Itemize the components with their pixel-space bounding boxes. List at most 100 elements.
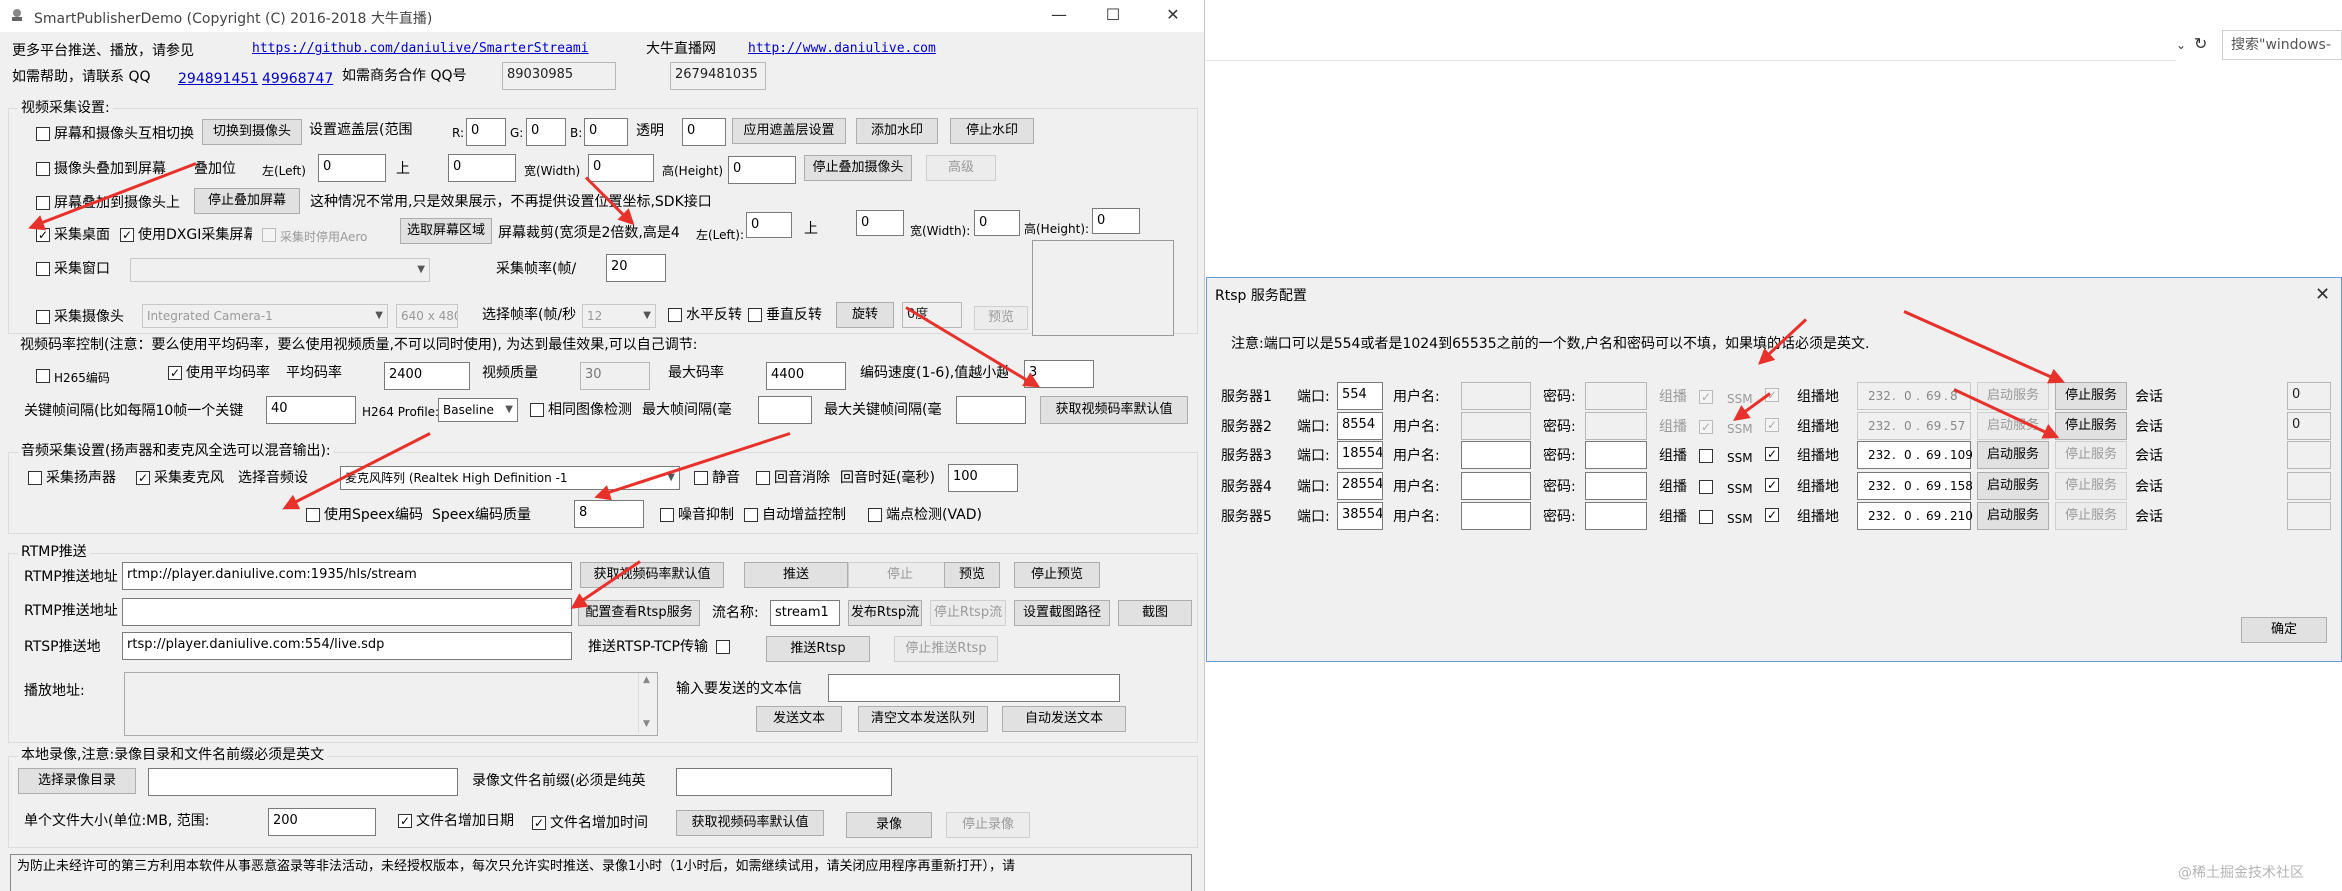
agc-checkbox[interactable]	[744, 508, 758, 522]
refresh-icon[interactable]: ↻	[2194, 34, 2207, 53]
mute-checkbox[interactable]	[694, 471, 708, 485]
pwd-input[interactable]	[1585, 441, 1647, 469]
browser-search-box[interactable]: 搜索"windows-	[2222, 30, 2342, 60]
chevron-down-icon[interactable]: ⌄	[2176, 38, 2186, 52]
rtsp-url-input[interactable]: rtsp://player.daniulive.com:554/live.sdp	[122, 632, 572, 660]
port-input[interactable]: 554	[1337, 382, 1383, 410]
ssm-checkbox[interactable]: ✓	[1765, 508, 1779, 522]
h-flip-checkbox[interactable]	[668, 308, 682, 322]
send-text-button[interactable]: 发送文本	[756, 706, 842, 732]
window-select[interactable]: ▼	[130, 258, 430, 282]
keyframe-input[interactable]: 40	[266, 396, 356, 424]
rtsp-tcp-checkbox[interactable]	[716, 640, 730, 654]
port-input[interactable]: 28554	[1337, 472, 1383, 500]
stop-preview-button[interactable]: 停止预览	[1014, 562, 1100, 588]
pwd-input[interactable]	[1585, 412, 1647, 440]
pwd-input[interactable]	[1585, 472, 1647, 500]
config-rtsp-button[interactable]: 配置查看Rtsp服务	[578, 600, 700, 626]
qq1-link[interactable]: 294891451	[178, 70, 258, 88]
select-region-button[interactable]: 选取屏幕区域	[400, 218, 492, 244]
record-dir-field[interactable]	[148, 768, 458, 796]
user-input[interactable]	[1461, 441, 1531, 469]
alpha-input[interactable]: 0	[682, 118, 726, 146]
speaker-checkbox[interactable]	[28, 471, 42, 485]
same-image-checkbox[interactable]	[530, 403, 544, 417]
get-default-bitrate-button[interactable]: 获取视频码率默认值	[1040, 396, 1188, 424]
capture-camera-checkbox[interactable]	[36, 310, 50, 324]
rtmp-url-input[interactable]: rtmp://player.daniulive.com:1935/hls/str…	[122, 562, 572, 590]
mcast-ip-input[interactable]: 232 . 0 . 69 . 109	[1857, 441, 1973, 469]
stop-overlay-camera-button[interactable]: 停止叠加摄像头	[804, 155, 912, 181]
multicast-checkbox[interactable]: ✓	[1699, 390, 1713, 404]
record-get-default-button[interactable]: 获取视频码率默认值	[676, 810, 824, 836]
user-input[interactable]	[1461, 412, 1531, 440]
browser-address-bar[interactable]	[1206, 30, 2176, 61]
screen-cam-switch-checkbox[interactable]	[36, 127, 50, 141]
mcast-ip-input[interactable]: 232 . 0 . 69 . 57	[1857, 412, 1971, 440]
qq2-link[interactable]: 49968747	[262, 70, 333, 88]
stop-service-button[interactable]: 停止服务	[2055, 412, 2127, 440]
v-flip-checkbox[interactable]	[748, 308, 762, 322]
profile-select[interactable]: Baseline ▼	[438, 398, 518, 422]
port-input[interactable]: 38554	[1337, 502, 1383, 530]
resolution-select[interactable]: 640 x 480	[396, 304, 458, 328]
auto-send-button[interactable]: 自动发送文本	[1002, 706, 1126, 732]
avg-bitrate-input[interactable]: 2400	[384, 362, 470, 390]
stop-record-button[interactable]: 停止录像	[946, 812, 1030, 838]
add-date-checkbox[interactable]: ✓	[398, 814, 412, 828]
stop-rtsp-stream-button[interactable]: 停止Rtsp流	[930, 600, 1006, 626]
switch-to-camera-button[interactable]: 切换到摄像头	[202, 119, 302, 145]
pwd-input[interactable]	[1585, 502, 1647, 530]
scroll-down-icon[interactable]: ▼	[643, 719, 650, 729]
rtmp-preview-button[interactable]: 预览	[944, 562, 1000, 588]
multicast-checkbox[interactable]	[1699, 480, 1713, 494]
echo-delay-input[interactable]: 100	[948, 464, 1018, 492]
ssm-checkbox[interactable]: ✓	[1765, 478, 1779, 492]
g-input[interactable]: 0	[526, 118, 566, 146]
max-key-interval-input[interactable]	[956, 396, 1026, 424]
ssm-checkbox[interactable]: ✓	[1765, 447, 1779, 461]
multicast-checkbox[interactable]	[1699, 449, 1713, 463]
dialog-close-icon[interactable]: ✕	[2315, 284, 2330, 305]
biz-qq1-field[interactable]: 89030985	[502, 62, 616, 90]
camera-select[interactable]: Integrated Camera-1 ▼	[142, 304, 388, 328]
record-button[interactable]: 录像	[846, 812, 932, 838]
disable-aero-checkbox[interactable]	[262, 228, 276, 242]
site-link[interactable]: http://www.daniulive.com	[748, 40, 936, 58]
h265-checkbox[interactable]	[36, 369, 50, 383]
push-rtsp-button[interactable]: 推送Rtsp	[766, 636, 870, 662]
user-input[interactable]	[1461, 382, 1531, 410]
capture-window-checkbox[interactable]	[36, 262, 50, 276]
stop-overlay-screen-button[interactable]: 停止叠加屏幕	[194, 188, 300, 214]
choose-record-dir-button[interactable]: 选择录像目录	[18, 768, 136, 794]
max-rate-input[interactable]: 4400	[766, 362, 846, 390]
mcast-ip-input[interactable]: 232 . 0 . 69 . 158	[1857, 472, 1973, 500]
stop-push-button[interactable]: 停止	[848, 562, 952, 588]
noise-checkbox[interactable]	[660, 508, 674, 522]
start-service-button[interactable]: 启动服务	[1977, 472, 2049, 500]
b-input[interactable]: 0	[584, 118, 628, 146]
multicast-checkbox[interactable]	[1699, 510, 1713, 524]
add-watermark-button[interactable]: 添加水印	[856, 118, 938, 144]
stop-push-rtsp-button[interactable]: 停止推送Rtsp	[894, 636, 998, 662]
use-speex-checkbox[interactable]	[306, 508, 320, 522]
screen-overlay-cam-checkbox[interactable]	[36, 196, 50, 210]
dialog-ok-button[interactable]: 确定	[2241, 617, 2327, 643]
rotate-button[interactable]: 旋转	[836, 302, 894, 328]
add-time-checkbox[interactable]: ✓	[532, 816, 546, 830]
stop-service-button[interactable]: 停止服务	[2055, 382, 2127, 410]
quality-input[interactable]: 30	[580, 362, 650, 390]
start-service-button[interactable]: 启动服务	[1977, 441, 2049, 469]
use-dxgi-checkbox[interactable]: ✓	[120, 228, 134, 242]
top-input[interactable]: 0	[448, 154, 516, 182]
stop-service-button[interactable]: 停止服务	[2055, 502, 2127, 530]
advanced-button[interactable]: 高级	[926, 155, 996, 181]
file-size-input[interactable]: 200	[268, 808, 376, 836]
close-button[interactable]: ✕	[1150, 0, 1196, 32]
user-input[interactable]	[1461, 502, 1531, 530]
height-input[interactable]: 0	[728, 156, 796, 184]
stop-watermark-button[interactable]: 停止水印	[950, 118, 1034, 144]
scroll-up-icon[interactable]: ▲	[643, 675, 650, 685]
rtmp-url2-input[interactable]	[122, 598, 572, 626]
vad-checkbox[interactable]	[868, 508, 882, 522]
